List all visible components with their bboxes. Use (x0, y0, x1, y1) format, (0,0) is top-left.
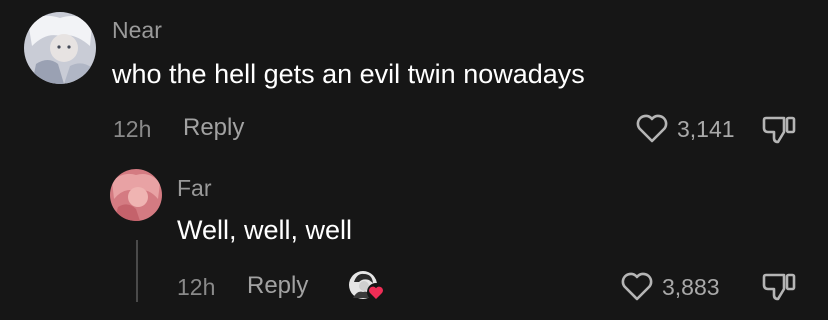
reply-avatar[interactable] (110, 169, 162, 221)
comment-timestamp: 12h (113, 116, 152, 142)
heart-icon[interactable] (620, 271, 654, 302)
comment-username[interactable]: Near (112, 15, 162, 45)
reply-username[interactable]: Far (177, 173, 212, 203)
reply-timestamp: 12h (177, 274, 216, 300)
comment-avatar[interactable] (24, 12, 96, 84)
heart-icon[interactable] (635, 113, 669, 144)
dislike-icon[interactable] (760, 269, 798, 303)
reply-text: Well, well, well (177, 215, 353, 245)
reply-reply-button[interactable]: Reply (247, 271, 308, 301)
dislike-icon[interactable] (760, 112, 798, 146)
comment-reply-button[interactable]: Reply (183, 113, 244, 143)
reply-like-count: 3,883 (662, 274, 720, 300)
comment-text: who the hell gets an evil twin nowadays (112, 59, 585, 89)
thread-line (136, 240, 138, 302)
creator-liked-heart-icon (367, 283, 385, 301)
creator-liked-badge (347, 268, 387, 304)
comment-like-count: 3,141 (677, 116, 735, 142)
